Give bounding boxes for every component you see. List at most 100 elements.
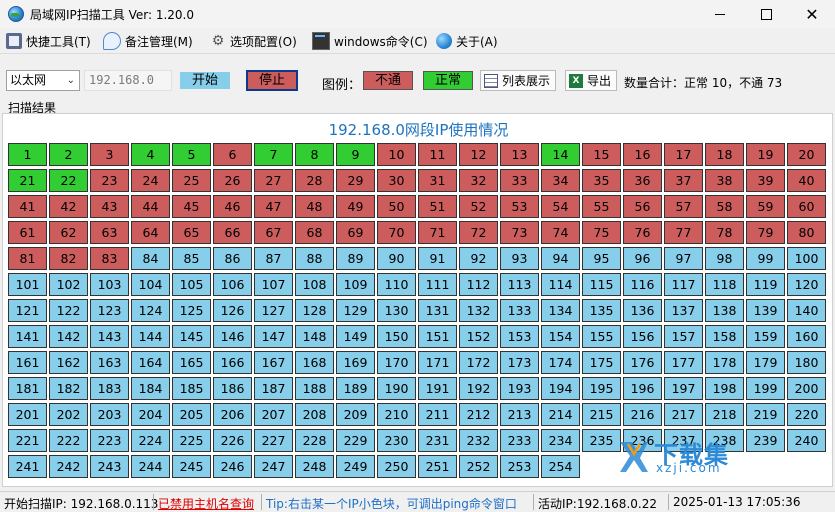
ip-cell-245[interactable]: 245 xyxy=(172,455,211,478)
ip-cell-42[interactable]: 42 xyxy=(49,195,88,218)
ip-cell-232[interactable]: 232 xyxy=(459,429,498,452)
ip-cell-30[interactable]: 30 xyxy=(377,169,416,192)
ip-cell-170[interactable]: 170 xyxy=(377,351,416,374)
ip-cell-180[interactable]: 180 xyxy=(787,351,826,374)
ip-cell-225[interactable]: 225 xyxy=(172,429,211,452)
ip-cell-19[interactable]: 19 xyxy=(746,143,785,166)
ip-cell-220[interactable]: 220 xyxy=(787,403,826,426)
ip-cell-251[interactable]: 251 xyxy=(418,455,457,478)
ip-cell-185[interactable]: 185 xyxy=(172,377,211,400)
ip-cell-227[interactable]: 227 xyxy=(254,429,293,452)
ip-cell-50[interactable]: 50 xyxy=(377,195,416,218)
ip-cell-20[interactable]: 20 xyxy=(787,143,826,166)
ip-cell-103[interactable]: 103 xyxy=(90,273,129,296)
ip-cell-60[interactable]: 60 xyxy=(787,195,826,218)
ip-cell-176[interactable]: 176 xyxy=(623,351,662,374)
ip-cell-73[interactable]: 73 xyxy=(500,221,539,244)
ip-cell-21[interactable]: 21 xyxy=(8,169,47,192)
ip-cell-174[interactable]: 174 xyxy=(541,351,580,374)
ip-cell-223[interactable]: 223 xyxy=(90,429,129,452)
ip-cell-131[interactable]: 131 xyxy=(418,299,457,322)
ip-cell-24[interactable]: 24 xyxy=(131,169,170,192)
ip-cell-119[interactable]: 119 xyxy=(746,273,785,296)
ip-cell-39[interactable]: 39 xyxy=(746,169,785,192)
ip-cell-149[interactable]: 149 xyxy=(336,325,375,348)
ip-cell-18[interactable]: 18 xyxy=(705,143,744,166)
ip-cell-22[interactable]: 22 xyxy=(49,169,88,192)
ip-cell-95[interactable]: 95 xyxy=(582,247,621,270)
ip-cell-26[interactable]: 26 xyxy=(213,169,252,192)
ip-cell-13[interactable]: 13 xyxy=(500,143,539,166)
ip-cell-242[interactable]: 242 xyxy=(49,455,88,478)
ip-cell-12[interactable]: 12 xyxy=(459,143,498,166)
minimize-button[interactable] xyxy=(697,0,743,28)
ip-cell-37[interactable]: 37 xyxy=(664,169,703,192)
ip-cell-221[interactable]: 221 xyxy=(8,429,47,452)
ip-cell-162[interactable]: 162 xyxy=(49,351,88,374)
ip-cell-203[interactable]: 203 xyxy=(90,403,129,426)
ip-cell-157[interactable]: 157 xyxy=(664,325,703,348)
ip-cell-25[interactable]: 25 xyxy=(172,169,211,192)
ip-cell-244[interactable]: 244 xyxy=(131,455,170,478)
ip-cell-175[interactable]: 175 xyxy=(582,351,621,374)
ip-cell-193[interactable]: 193 xyxy=(500,377,539,400)
ip-cell-32[interactable]: 32 xyxy=(459,169,498,192)
ip-cell-57[interactable]: 57 xyxy=(664,195,703,218)
ip-cell-41[interactable]: 41 xyxy=(8,195,47,218)
ip-cell-86[interactable]: 86 xyxy=(213,247,252,270)
ip-cell-208[interactable]: 208 xyxy=(295,403,334,426)
ip-cell-79[interactable]: 79 xyxy=(746,221,785,244)
ip-cell-215[interactable]: 215 xyxy=(582,403,621,426)
ip-cell-173[interactable]: 173 xyxy=(500,351,539,374)
ip-cell-34[interactable]: 34 xyxy=(541,169,580,192)
ip-cell-137[interactable]: 137 xyxy=(664,299,703,322)
ip-cell-51[interactable]: 51 xyxy=(418,195,457,218)
adapter-select[interactable]: 以太网 ⌄ xyxy=(6,70,80,91)
ip-cell-177[interactable]: 177 xyxy=(664,351,703,374)
ip-cell-240[interactable]: 240 xyxy=(787,429,826,452)
ip-cell-190[interactable]: 190 xyxy=(377,377,416,400)
ip-cell-69[interactable]: 69 xyxy=(336,221,375,244)
ip-cell-106[interactable]: 106 xyxy=(213,273,252,296)
ip-cell-72[interactable]: 72 xyxy=(459,221,498,244)
ip-cell-82[interactable]: 82 xyxy=(49,247,88,270)
ip-cell-44[interactable]: 44 xyxy=(131,195,170,218)
ip-cell-186[interactable]: 186 xyxy=(213,377,252,400)
ip-cell-205[interactable]: 205 xyxy=(172,403,211,426)
ip-cell-107[interactable]: 107 xyxy=(254,273,293,296)
ip-cell-75[interactable]: 75 xyxy=(582,221,621,244)
ip-cell-33[interactable]: 33 xyxy=(500,169,539,192)
ip-cell-108[interactable]: 108 xyxy=(295,273,334,296)
ip-cell-109[interactable]: 109 xyxy=(336,273,375,296)
ip-cell-168[interactable]: 168 xyxy=(295,351,334,374)
ip-cell-200[interactable]: 200 xyxy=(787,377,826,400)
ip-cell-207[interactable]: 207 xyxy=(254,403,293,426)
ip-cell-147[interactable]: 147 xyxy=(254,325,293,348)
ip-cell-241[interactable]: 241 xyxy=(8,455,47,478)
ip-cell-219[interactable]: 219 xyxy=(746,403,785,426)
ip-cell-101[interactable]: 101 xyxy=(8,273,47,296)
ip-cell-243[interactable]: 243 xyxy=(90,455,129,478)
ip-cell-194[interactable]: 194 xyxy=(541,377,580,400)
ip-cell-151[interactable]: 151 xyxy=(418,325,457,348)
ip-cell-113[interactable]: 113 xyxy=(500,273,539,296)
ip-cell-29[interactable]: 29 xyxy=(336,169,375,192)
ip-cell-28[interactable]: 28 xyxy=(295,169,334,192)
ip-cell-52[interactable]: 52 xyxy=(459,195,498,218)
ip-cell-129[interactable]: 129 xyxy=(336,299,375,322)
ip-cell-247[interactable]: 247 xyxy=(254,455,293,478)
ip-cell-43[interactable]: 43 xyxy=(90,195,129,218)
ip-cell-135[interactable]: 135 xyxy=(582,299,621,322)
ip-cell-210[interactable]: 210 xyxy=(377,403,416,426)
ip-cell-139[interactable]: 139 xyxy=(746,299,785,322)
ip-cell-155[interactable]: 155 xyxy=(582,325,621,348)
ip-cell-76[interactable]: 76 xyxy=(623,221,662,244)
ip-cell-2[interactable]: 2 xyxy=(49,143,88,166)
ip-cell-70[interactable]: 70 xyxy=(377,221,416,244)
ip-cell-121[interactable]: 121 xyxy=(8,299,47,322)
ip-cell-142[interactable]: 142 xyxy=(49,325,88,348)
ip-cell-117[interactable]: 117 xyxy=(664,273,703,296)
ip-cell-35[interactable]: 35 xyxy=(582,169,621,192)
ip-cell-216[interactable]: 216 xyxy=(623,403,662,426)
ip-cell-189[interactable]: 189 xyxy=(336,377,375,400)
